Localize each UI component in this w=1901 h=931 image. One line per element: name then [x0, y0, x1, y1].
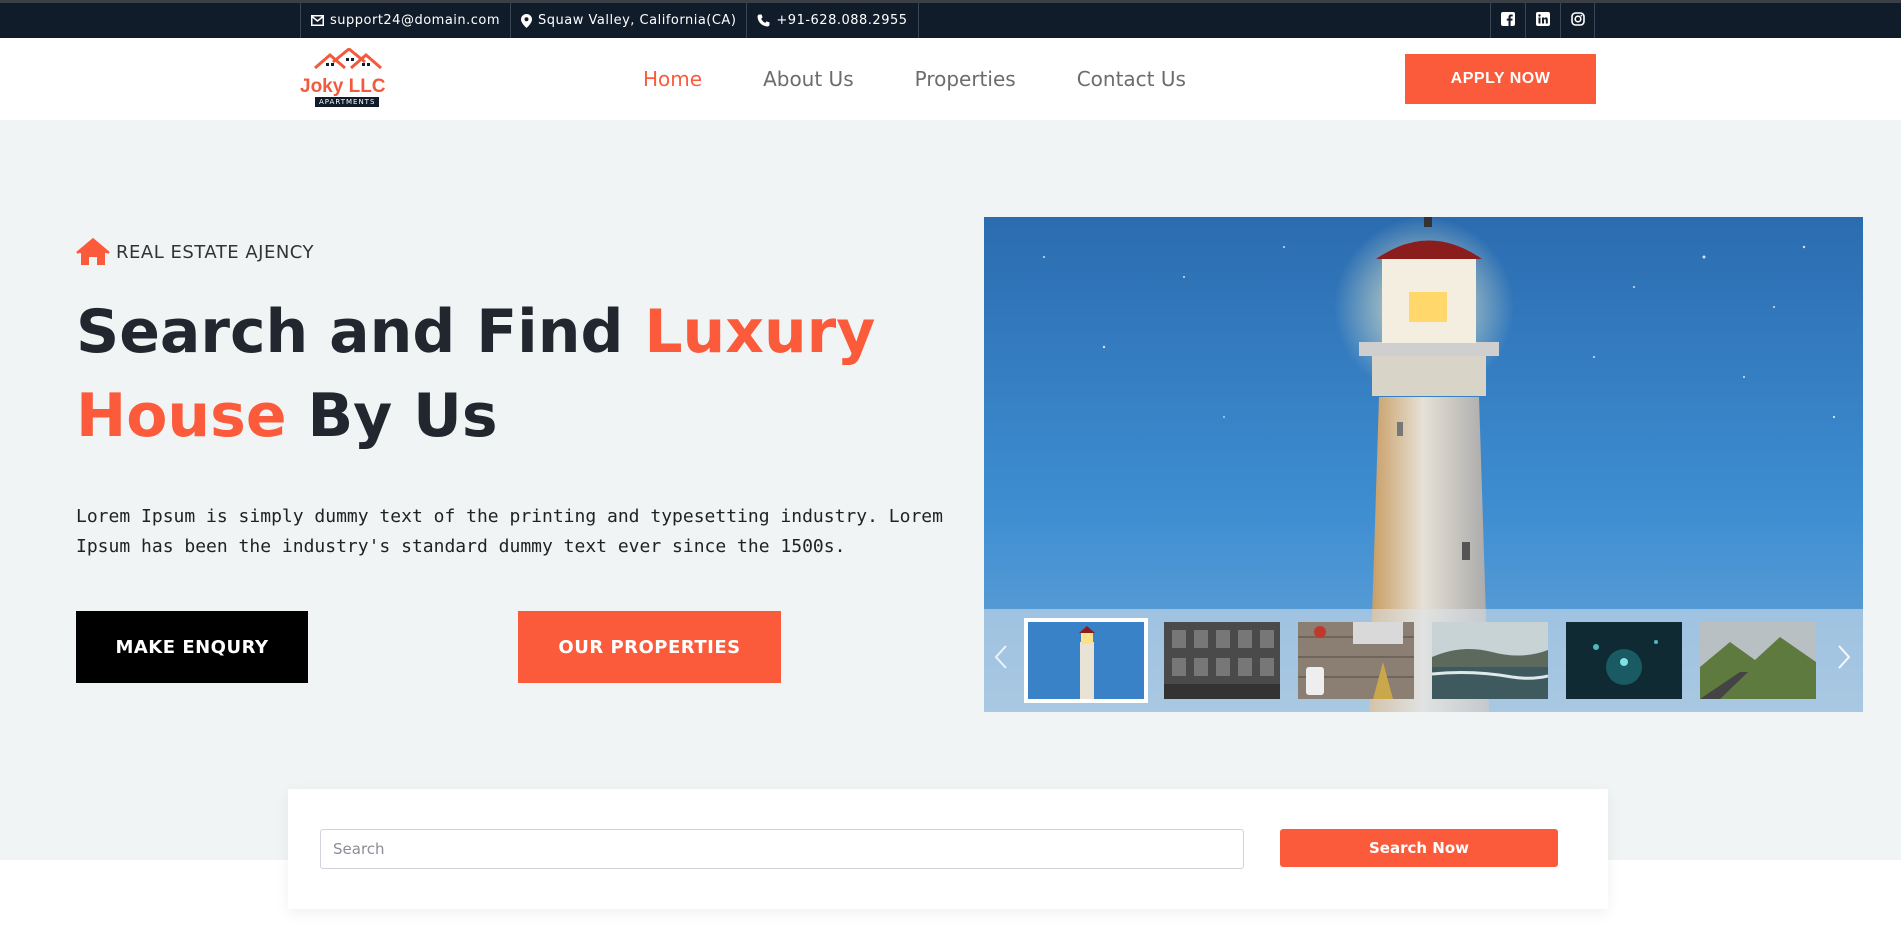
nav-properties[interactable]: Properties	[915, 67, 1016, 91]
thumbnail-water-drops[interactable]	[1566, 622, 1682, 699]
headline-part-2: By Us	[286, 381, 498, 451]
map-marker-icon	[521, 13, 533, 28]
headline-accent-2: House	[76, 381, 287, 451]
main-nav: Home About Us Properties Contact Us	[643, 38, 1247, 120]
nav-contact-us[interactable]: Contact Us	[1077, 67, 1186, 91]
location-info: Squaw Valley, California(CA)	[510, 3, 746, 38]
house-roof-logo-icon	[314, 48, 382, 70]
our-properties-button[interactable]: OUR PROPERTIES	[518, 611, 781, 683]
hero-description: Lorem Ipsum is simply dummy text of the …	[76, 506, 943, 557]
hero-section: REAL ESTATE AJENCY Search and Find Luxur…	[0, 120, 1901, 860]
slider-next-button[interactable]	[1829, 639, 1859, 679]
instagram-icon	[1570, 11, 1585, 30]
email-info[interactable]: support24@domain.com	[300, 3, 510, 38]
logo[interactable]: Joky LLC APARTMENTS	[300, 48, 386, 110]
phone-text: +91-628.088.2955	[776, 13, 908, 28]
search-now-button[interactable]: Search Now	[1280, 829, 1558, 867]
chevron-left-icon	[994, 644, 1008, 674]
thumbnail-strip	[984, 609, 1863, 712]
linkedin-icon	[1536, 11, 1550, 30]
make-enquiry-button[interactable]: MAKE ENQURY	[76, 611, 308, 683]
home-icon	[76, 238, 110, 266]
thumbnail-lighthouse[interactable]	[1024, 618, 1148, 703]
nav-about-us[interactable]: About Us	[763, 67, 854, 91]
linkedin-link[interactable]	[1525, 3, 1560, 38]
image-slider[interactable]	[984, 217, 1863, 712]
search-card: Search Now	[288, 789, 1608, 909]
eyebrow-text: REAL ESTATE AJENCY	[116, 241, 315, 263]
apply-now-button[interactable]: APPLY NOW	[1405, 54, 1596, 104]
social-links	[1490, 3, 1595, 38]
phone-info[interactable]: +91-628.088.2955	[746, 3, 919, 38]
facebook-link[interactable]	[1490, 3, 1525, 38]
envelope-icon	[311, 15, 324, 26]
thumbnail-desk[interactable]	[1298, 622, 1414, 699]
chevron-right-icon	[1837, 644, 1851, 674]
thumbnail-building[interactable]	[1164, 622, 1280, 699]
hero-headline: Search and Find Luxury House By Us	[76, 290, 936, 458]
search-input[interactable]	[320, 829, 1244, 869]
logo-tagline: APARTMENTS	[315, 97, 380, 107]
headline-part-1: Search and Find	[76, 297, 645, 367]
top-bar: support24@domain.com Squaw Valley, Calif…	[0, 0, 1901, 38]
headline-accent-1: Luxury	[644, 297, 876, 367]
thumbnail-coast[interactable]	[1432, 622, 1548, 699]
site-header: Joky LLC APARTMENTS Home About Us Proper…	[0, 38, 1901, 120]
email-text: support24@domain.com	[330, 13, 501, 28]
location-text: Squaw Valley, California(CA)	[538, 13, 737, 28]
slider-prev-button[interactable]	[986, 639, 1016, 679]
facebook-icon	[1501, 11, 1515, 30]
nav-home[interactable]: Home	[643, 67, 702, 91]
phone-icon	[757, 14, 770, 27]
logo-text: Joky LLC	[300, 76, 386, 97]
instagram-link[interactable]	[1560, 3, 1595, 38]
thumbnail-mountain-road[interactable]	[1700, 622, 1816, 699]
hero-eyebrow: REAL ESTATE AJENCY	[76, 238, 314, 266]
contact-info: support24@domain.com Squaw Valley, Calif…	[300, 3, 919, 38]
